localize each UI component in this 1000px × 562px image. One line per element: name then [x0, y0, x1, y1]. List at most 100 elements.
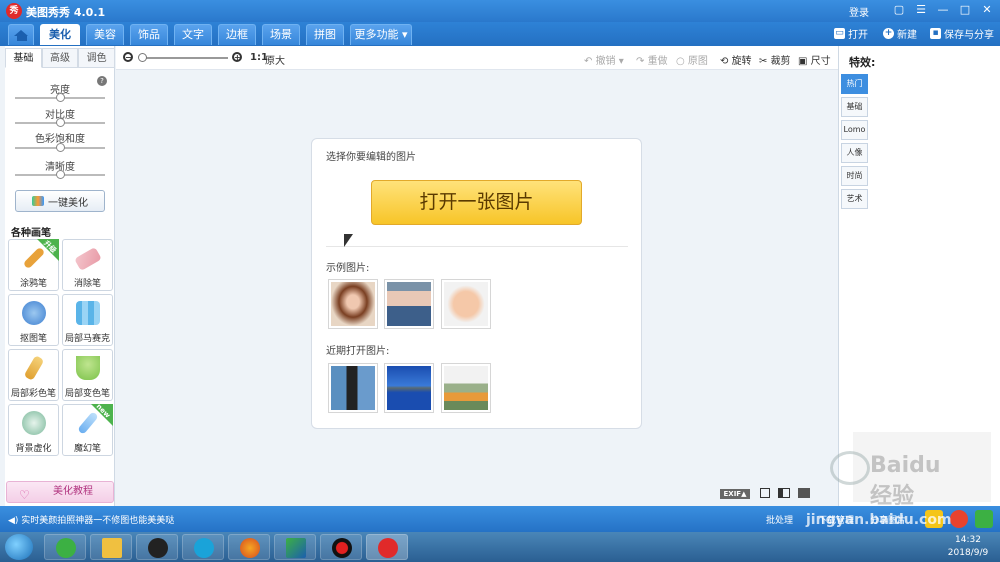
- zoom-slider[interactable]: [138, 53, 228, 62]
- clock-time: 14:32: [955, 535, 981, 545]
- taskbar-app-recorder[interactable]: [320, 534, 362, 560]
- tab-more-features[interactable]: 更多功能 ▾: [350, 24, 412, 45]
- compare-view-icon[interactable]: [760, 488, 770, 498]
- taskbar-app-meitu[interactable]: [366, 534, 408, 560]
- effect-tab-portrait[interactable]: 人像: [841, 143, 868, 163]
- close-button[interactable]: ✕: [980, 3, 994, 17]
- saturation-slider[interactable]: [15, 143, 105, 152]
- taskbar-app-media[interactable]: [182, 534, 224, 560]
- effect-tab-fashion[interactable]: 时尚: [841, 166, 868, 186]
- tab-frames[interactable]: 边框: [218, 24, 256, 45]
- app-logo-icon: 秀: [6, 3, 22, 19]
- effect-tab-lomo[interactable]: Lomo: [841, 120, 868, 140]
- status-message[interactable]: ◀) 实时美颜拍照神器一不修图也能美美哒: [8, 513, 174, 526]
- zoom-knob[interactable]: [138, 53, 147, 62]
- left-subtabs: 基础 高级 调色: [5, 48, 116, 68]
- zoom-in-icon[interactable]: +: [232, 52, 242, 62]
- brightness-slider[interactable]: [15, 93, 105, 102]
- taskbar-app-360[interactable]: [44, 534, 86, 560]
- one-click-beautify-button[interactable]: 一键美化: [15, 190, 105, 212]
- split-view-icon[interactable]: [778, 488, 790, 498]
- weibo-icon[interactable]: [950, 510, 968, 528]
- tool-background-blur[interactable]: 背景虚化: [8, 404, 59, 456]
- resize-button[interactable]: ▣ 尺寸: [798, 52, 831, 67]
- tab-accessories[interactable]: 饰品: [130, 24, 168, 45]
- tool-cutout-pen[interactable]: 抠图笔: [8, 294, 59, 346]
- zoom-out-icon[interactable]: −: [123, 52, 133, 62]
- beautify-tutorial-button[interactable]: ♡ 美化教程: [6, 481, 114, 503]
- redo-button[interactable]: ↷ 重做: [636, 52, 668, 67]
- open-image-button[interactable]: 打开一张图片: [371, 180, 582, 225]
- effect-tab-art[interactable]: 艺术: [841, 189, 868, 209]
- tool-recolor-pen[interactable]: 局部变色笔: [62, 349, 113, 401]
- save-icon: ▪: [930, 28, 941, 39]
- tool-eraser-pen[interactable]: 消除笔: [62, 239, 113, 291]
- magic-brush-icon: [32, 196, 44, 206]
- bottom-tools: EXIF▲: [116, 485, 838, 506]
- contrast-slider[interactable]: [15, 118, 105, 127]
- undo-button[interactable]: ↶ 撤销 ▾: [584, 52, 624, 67]
- batch-process-link[interactable]: 批处理: [766, 513, 793, 526]
- effects-panel: 特效: 热门 基础 Lomo 人像 时尚 艺术: [838, 46, 1000, 506]
- crop-button[interactable]: ✂ 裁剪: [759, 52, 791, 67]
- subtab-basic[interactable]: 基础: [5, 48, 42, 68]
- tab-collage[interactable]: 拼图: [306, 24, 344, 45]
- tab-scenes[interactable]: 场景: [262, 24, 300, 45]
- login-link[interactable]: 登录: [849, 4, 869, 19]
- skin-icon[interactable]: ▢: [892, 3, 906, 17]
- recent-images-label: 近期打开图片:: [326, 346, 390, 357]
- meitu-icon: [378, 538, 398, 558]
- effect-tab-basic[interactable]: 基础: [841, 97, 868, 117]
- sharpness-slider[interactable]: [15, 170, 105, 179]
- sample-image-3[interactable]: [441, 279, 491, 329]
- sharpness-knob[interactable]: [56, 170, 65, 179]
- menu-icon[interactable]: ☰: [914, 3, 928, 17]
- reset-original-button[interactable]: ○ 原图: [676, 52, 708, 67]
- contrast-knob[interactable]: [56, 118, 65, 127]
- mosaic-icon: [76, 301, 100, 325]
- open-panel-heading: 选择你要编辑的图片: [326, 152, 416, 163]
- record-icon: [332, 538, 352, 558]
- exif-toggle[interactable]: EXIF▲: [720, 489, 750, 499]
- eraser-icon: [74, 246, 102, 272]
- new-action[interactable]: + 新建: [883, 26, 917, 41]
- tab-beautify[interactable]: 美化: [40, 24, 80, 45]
- start-button[interactable]: [5, 534, 33, 560]
- tool-color-pen[interactable]: 局部彩色笔: [8, 349, 59, 401]
- title-bar: 秀 美图秀秀 4.0.1 登录 ▢ ☰ — □ ✕: [0, 0, 1000, 22]
- rotate-button[interactable]: ⟲ 旋转: [720, 52, 752, 67]
- cutout-pen-icon: [22, 301, 46, 325]
- tab-text[interactable]: 文字: [174, 24, 212, 45]
- original-size-button[interactable]: 原大: [265, 52, 285, 67]
- home-tab[interactable]: [8, 24, 34, 45]
- sample-image-2[interactable]: [384, 279, 434, 329]
- sample-image-1[interactable]: [328, 279, 378, 329]
- maximize-button[interactable]: □: [958, 3, 972, 17]
- tool-doodle-pen[interactable]: 升级 涂鸦笔: [8, 239, 59, 291]
- taskbar-app-explorer[interactable]: [90, 534, 132, 560]
- recent-image-3[interactable]: [441, 363, 491, 413]
- taskbar-app-game[interactable]: [274, 534, 316, 560]
- minimize-button[interactable]: —: [936, 3, 950, 17]
- blur-icon: [22, 411, 46, 435]
- qq-icon: [148, 538, 168, 558]
- app-title: 美图秀秀 4.0.1: [26, 6, 106, 19]
- baidu-watermark: Baidu经验: [800, 445, 950, 509]
- subtab-advanced[interactable]: 高级: [41, 48, 79, 68]
- taskbar-app-qq[interactable]: [136, 534, 178, 560]
- tool-mosaic[interactable]: 局部马赛克: [62, 294, 113, 346]
- brushes-section-title: 各种画笔: [11, 228, 51, 239]
- recent-image-2[interactable]: [384, 363, 434, 413]
- taskbar-app-firefox[interactable]: [228, 534, 270, 560]
- save-share-action[interactable]: ▪ 保存与分享: [930, 26, 994, 41]
- tab-beauty[interactable]: 美容: [86, 24, 124, 45]
- tool-magic-pen[interactable]: new 魔幻笔: [62, 402, 113, 456]
- saturation-knob[interactable]: [56, 143, 65, 152]
- browser-360-icon: [56, 538, 76, 558]
- recent-image-1[interactable]: [328, 363, 378, 413]
- add-icon[interactable]: [975, 510, 993, 528]
- open-action[interactable]: ▭ 打开: [834, 26, 868, 41]
- subtab-color[interactable]: 调色: [78, 48, 116, 68]
- brightness-knob[interactable]: [56, 93, 65, 102]
- effect-tab-hot[interactable]: 热门: [841, 74, 868, 94]
